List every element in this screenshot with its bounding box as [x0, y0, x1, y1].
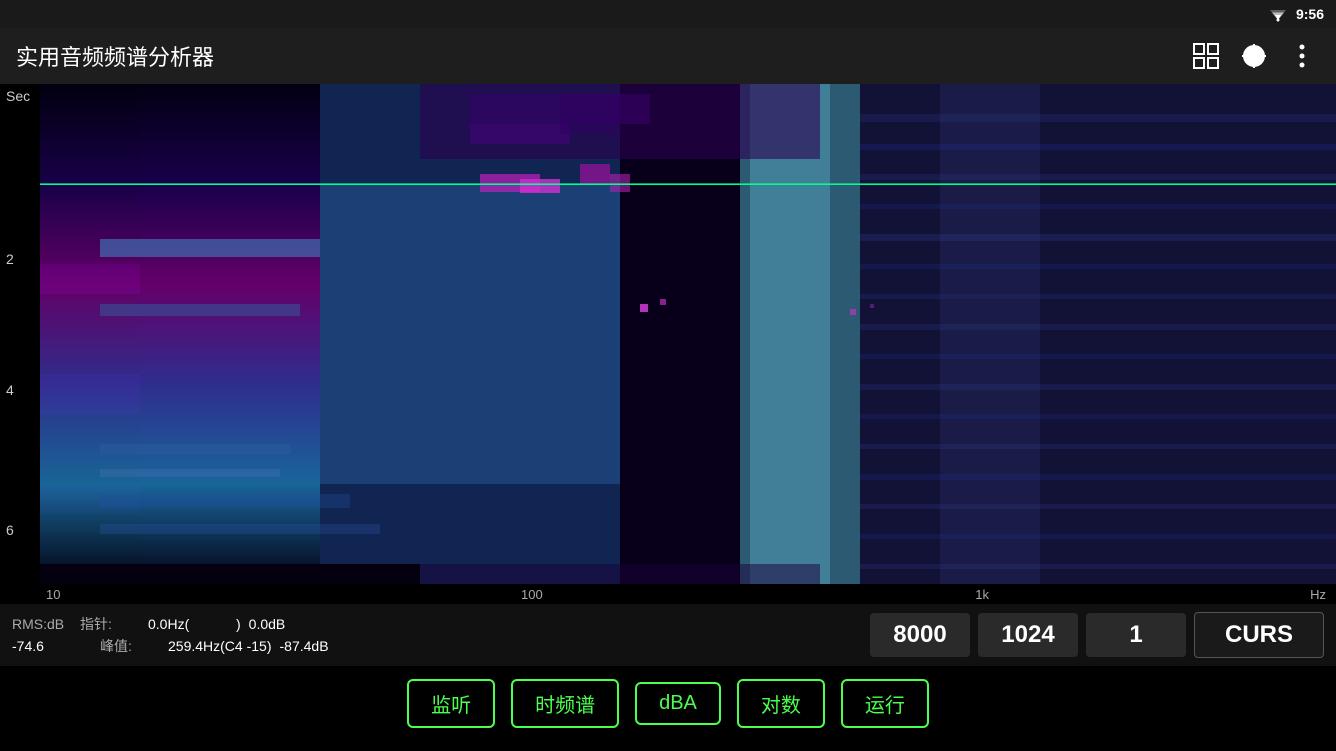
- y-tick-6: 6: [6, 522, 14, 538]
- info-bar: RMS:dB 指针: 0.0Hz( ) 0.0dB -74.6 峰值: 259.…: [0, 604, 1336, 666]
- menu-button[interactable]: [1284, 38, 1320, 74]
- x-tick-10: 10: [46, 587, 60, 602]
- pointer-hz-end: ): [236, 616, 241, 632]
- info-row-2: -74.6 峰值: 259.4Hz(C4 -15) -87.4dB: [12, 636, 532, 656]
- app-title: 实用音频频谱分析器: [16, 40, 1176, 72]
- x-tick-hz: Hz: [1310, 587, 1326, 602]
- spectrogram-visual: [40, 84, 1336, 584]
- toolbar: 实用音频频谱分析器: [0, 28, 1336, 84]
- fft-size-button[interactable]: 1024: [978, 613, 1078, 657]
- controls-row: 8000 1024 1 CURS: [532, 612, 1324, 658]
- info-left: RMS:dB 指针: 0.0Hz( ) 0.0dB -74.6 峰值: 259.…: [12, 614, 532, 656]
- y-tick-4: 4: [6, 382, 14, 398]
- curs-button[interactable]: CURS: [1194, 612, 1324, 658]
- y-axis-label: Sec: [6, 88, 30, 104]
- target-button[interactable]: [1236, 38, 1272, 74]
- pointer-db: 0.0dB: [249, 616, 286, 632]
- peak-db: -87.4dB: [280, 638, 329, 654]
- run-button[interactable]: 运行: [841, 679, 929, 728]
- peak-label: 峰值:: [100, 636, 160, 656]
- info-row-1: RMS:dB 指针: 0.0Hz( ) 0.0dB: [12, 614, 532, 634]
- spectrogram-container[interactable]: Sec 2 4 6 10 100 1k Hz: [0, 84, 1336, 606]
- peak-hz: 259.4Hz(C4 -15): [168, 638, 272, 654]
- y-tick-2: 2: [6, 251, 14, 267]
- zoom-button[interactable]: 1: [1086, 613, 1186, 657]
- listen-button[interactable]: 监听: [407, 679, 495, 728]
- x-tick-100: 100: [521, 587, 543, 602]
- status-time: 9:56: [1296, 6, 1324, 22]
- dba-button[interactable]: dBA: [635, 682, 721, 725]
- sample-rate-button[interactable]: 8000: [870, 613, 970, 657]
- rms-value: -74.6: [12, 638, 92, 654]
- rms-label: RMS:dB: [12, 616, 72, 632]
- x-tick-1k: 1k: [975, 587, 989, 602]
- wifi-icon: [1268, 6, 1288, 22]
- expand-button[interactable]: [1188, 38, 1224, 74]
- spectrogram-button[interactable]: 时频谱: [511, 679, 619, 728]
- log-button[interactable]: 对数: [737, 679, 825, 728]
- status-bar: 9:56: [0, 0, 1336, 28]
- pointer-label: 指针:: [80, 614, 140, 634]
- pointer-hz: 0.0Hz(: [148, 616, 228, 632]
- bottom-bar: 监听 时频谱 dBA 对数 运行: [0, 673, 1336, 733]
